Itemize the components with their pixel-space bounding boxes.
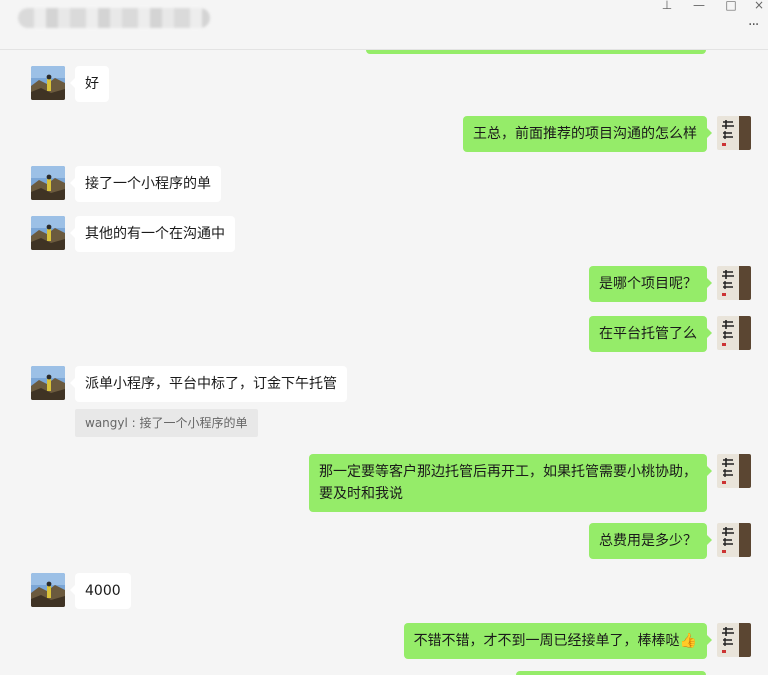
maximize-icon[interactable]: □ — [720, 0, 742, 12]
thumbs-up-icon: 👍 — [679, 633, 697, 649]
contact-avatar[interactable] — [31, 216, 65, 250]
minimize-icon[interactable]: — — [688, 0, 710, 12]
message-bubble-incoming[interactable]: 好 — [70, 66, 109, 102]
pin-icon[interactable]: ⊥ — [656, 0, 678, 12]
title-bar: ⊥ — □ × ··· — [0, 0, 768, 50]
self-avatar[interactable] — [717, 116, 751, 150]
contact-avatar[interactable] — [31, 573, 65, 607]
message-bubble-incoming[interactable]: 4000 — [70, 573, 131, 609]
message-bubble-incoming[interactable]: 其他的有一个在沟通中 — [70, 216, 235, 252]
chat-title-blurred — [18, 8, 210, 28]
more-icon[interactable]: ··· — [748, 18, 768, 32]
message-bubble-outgoing[interactable]: 不错不错，才不到一周已经接单了，棒棒哒👍 — [403, 623, 713, 659]
message-bubble-outgoing[interactable]: 那一定要等客户那边托管后再开工，如果托管需要小桃协助，要及时和我说 — [309, 454, 712, 512]
self-avatar[interactable] — [717, 316, 751, 350]
chat-history[interactable]: 好 王总，前面推荐的项目沟通的怎么样 接了一个小程序的单 其他的有一个在沟通中 … — [0, 50, 768, 675]
message-bubble-outgoing[interactable]: 在平台托管了么 — [589, 316, 712, 352]
message-bubble-outgoing[interactable]: 总费用是多少？ — [589, 523, 712, 559]
message-text: 不错不错，才不到一周已经接单了，棒棒哒 — [413, 633, 680, 649]
message-bubble-incoming[interactable]: 接了一个小程序的单 — [70, 166, 221, 202]
self-avatar[interactable] — [717, 623, 751, 657]
quoted-message[interactable]: wangyl : 接了一个小程序的单 — [75, 409, 258, 437]
self-avatar[interactable] — [717, 266, 751, 300]
self-avatar[interactable] — [717, 523, 751, 557]
contact-avatar[interactable] — [31, 366, 65, 400]
message-bubble-partial — [366, 50, 706, 54]
message-bubble-outgoing[interactable]: 是哪个项目呢？ — [589, 266, 712, 302]
message-bubble-incoming[interactable]: 派单小程序，平台中标了，订金下午托管 — [70, 366, 347, 402]
contact-avatar[interactable] — [31, 66, 65, 100]
message-bubble-outgoing[interactable]: 王总，前面推荐的项目沟通的怎么样 — [463, 116, 712, 152]
message-bubble-partial — [516, 671, 706, 675]
close-icon[interactable]: × — [748, 0, 768, 12]
contact-avatar[interactable] — [31, 166, 65, 200]
self-avatar[interactable] — [717, 454, 751, 488]
